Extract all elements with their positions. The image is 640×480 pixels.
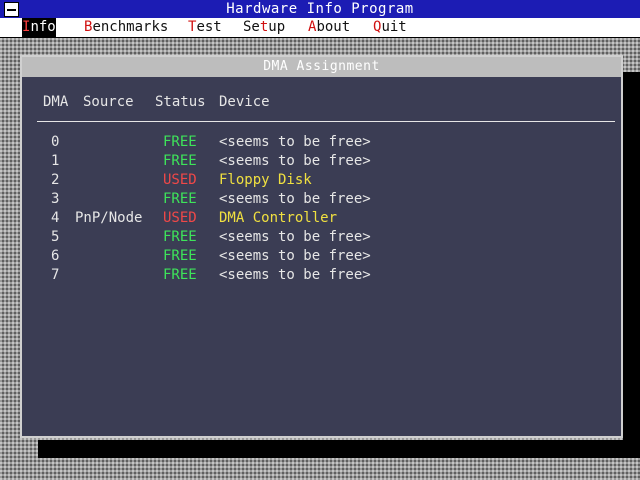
table-row: 6 FREE <seems to be free> bbox=[0, 247, 640, 266]
dma-channel: 3 bbox=[51, 191, 60, 207]
menu-about[interactable]: About bbox=[308, 18, 350, 37]
column-header-device: Device bbox=[219, 94, 270, 110]
device: <seems to be free> bbox=[219, 248, 371, 264]
column-header-source: Source bbox=[83, 94, 134, 110]
header-divider bbox=[37, 121, 615, 122]
status: FREE bbox=[163, 248, 197, 264]
status: USED bbox=[163, 172, 197, 188]
title-bar: Hardware Info Program bbox=[0, 0, 640, 18]
status: USED bbox=[163, 210, 197, 226]
window-title: Hardware Info Program bbox=[226, 1, 414, 17]
status: FREE bbox=[163, 191, 197, 207]
menu-test[interactable]: Test bbox=[188, 18, 222, 37]
menu-label: enchmarks bbox=[92, 19, 169, 35]
source: PnP/Node bbox=[75, 210, 143, 226]
menu-benchmarks[interactable]: Benchmarks bbox=[84, 18, 168, 37]
dialog-title: DMA Assignment bbox=[22, 57, 621, 77]
device: Floppy Disk bbox=[219, 172, 312, 188]
table-row: 4 PnP/Node USED DMA Controller bbox=[0, 209, 640, 228]
dma-channel: 5 bbox=[51, 229, 60, 245]
menu-label: est bbox=[196, 19, 222, 35]
menu-label: nfo bbox=[30, 19, 56, 35]
menu-label: bout bbox=[316, 19, 351, 35]
device: <seems to be free> bbox=[219, 153, 371, 169]
menu-info[interactable]: Info bbox=[22, 18, 56, 37]
status: FREE bbox=[163, 134, 197, 150]
menu-setup[interactable]: Setup bbox=[243, 18, 285, 37]
table-row: 3 FREE <seems to be free> bbox=[0, 190, 640, 209]
device: DMA Controller bbox=[219, 210, 338, 226]
dma-channel: 6 bbox=[51, 248, 60, 264]
menu-label: Se bbox=[243, 19, 260, 35]
dma-channel: 0 bbox=[51, 134, 60, 150]
table-row: 1 FREE <seems to be free> bbox=[0, 152, 640, 171]
device: <seems to be free> bbox=[219, 267, 371, 283]
device: <seems to be free> bbox=[219, 191, 371, 207]
status: FREE bbox=[163, 153, 197, 169]
dma-channel: 7 bbox=[51, 267, 60, 283]
table-row: 2 USED Floppy Disk bbox=[0, 171, 640, 190]
menu-label: up bbox=[268, 19, 286, 35]
table-row: 5 FREE <seems to be free> bbox=[0, 228, 640, 247]
dialog-shadow bbox=[38, 440, 640, 458]
menu-label: uit bbox=[381, 19, 407, 35]
table-row: 7 FREE <seems to be free> bbox=[0, 266, 640, 285]
dma-channel: 4 bbox=[51, 210, 60, 226]
device: <seems to be free> bbox=[219, 229, 371, 245]
table-row: 0 FREE <seems to be free> bbox=[0, 133, 640, 152]
menu-bar: Info Benchmarks Test Setup About Quit bbox=[0, 18, 640, 38]
column-header-status: Status bbox=[155, 94, 206, 110]
device: <seems to be free> bbox=[219, 134, 371, 150]
status: FREE bbox=[163, 267, 197, 283]
status: FREE bbox=[163, 229, 197, 245]
menu-quit[interactable]: Quit bbox=[373, 18, 407, 37]
column-header-dma: DMA bbox=[43, 94, 69, 110]
dma-channel: 1 bbox=[51, 153, 60, 169]
dma-channel: 2 bbox=[51, 172, 60, 188]
